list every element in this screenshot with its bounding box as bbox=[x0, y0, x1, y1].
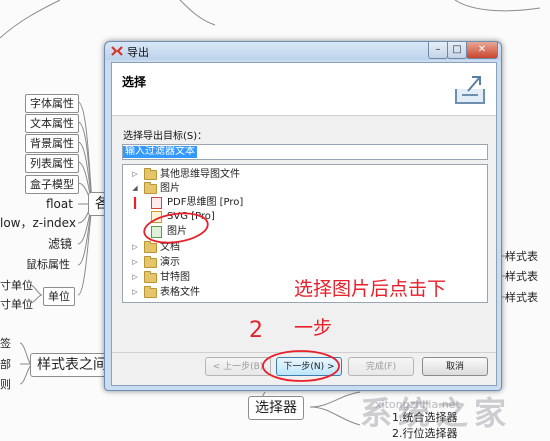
mindmap-node[interactable]: 滤镜 bbox=[48, 237, 72, 252]
folder-icon bbox=[144, 241, 157, 253]
tree-item-label: 图片 bbox=[160, 183, 180, 194]
tree-item[interactable]: ▷ 文档 bbox=[131, 241, 471, 254]
watermark: 系统之家 bbox=[360, 394, 513, 432]
pdf-file-icon bbox=[151, 197, 162, 209]
mindmap-node[interactable]: 寸单位 bbox=[0, 297, 33, 312]
mindmap-node[interactable]: 则 bbox=[0, 377, 11, 392]
filter-input[interactable] bbox=[122, 144, 488, 160]
minimize-button[interactable]: – bbox=[428, 42, 448, 59]
mindmap-node[interactable]: 选择器 bbox=[248, 396, 304, 420]
folder-open-icon bbox=[144, 182, 157, 194]
tree-item-image[interactable]: 图片 bbox=[145, 225, 465, 238]
maximize-button[interactable]: □ bbox=[447, 42, 467, 59]
mindmap-node[interactable]: 盒子模型 bbox=[25, 175, 79, 194]
folder-icon bbox=[144, 271, 157, 283]
mindmap-node[interactable]: float bbox=[46, 197, 73, 212]
mindmap-node[interactable]: 样式表 bbox=[505, 269, 538, 284]
mindmap-node[interactable]: low，z-index bbox=[0, 216, 76, 231]
mindmap-node[interactable]: 单位 bbox=[43, 287, 75, 306]
mindmap-node[interactable]: 背景属性 bbox=[25, 134, 79, 153]
mindmap-node[interactable]: 鼠标属性 bbox=[26, 257, 70, 272]
page-title: 选择 bbox=[122, 75, 147, 89]
dialog-titlebar[interactable]: 导出 – □ ✕ bbox=[105, 42, 501, 60]
mindmap-node[interactable]: 部 bbox=[0, 357, 11, 372]
collapse-arrow-icon[interactable]: ◢ bbox=[131, 182, 139, 195]
folder-icon bbox=[144, 256, 157, 268]
tree-item-label: 表格文件 bbox=[160, 287, 200, 298]
tree-item[interactable]: SVG [Pro] bbox=[145, 210, 465, 223]
mindmap-node[interactable]: 寸单位 bbox=[0, 278, 33, 293]
dialog-title: 导出 bbox=[127, 46, 149, 59]
image-file-icon bbox=[151, 226, 162, 238]
mindmap-node[interactable]: 签 bbox=[0, 336, 11, 351]
tree-item-label: 其他思维导图文件 bbox=[160, 169, 240, 180]
mindmap-node[interactable]: 字体属性 bbox=[25, 94, 79, 113]
watermark-url: xitongzhijia.net bbox=[375, 398, 460, 411]
back-button[interactable]: < 上一步(B) bbox=[205, 357, 271, 376]
expand-arrow-icon[interactable]: ▷ bbox=[131, 241, 139, 254]
expand-arrow-icon[interactable]: ▷ bbox=[131, 286, 139, 299]
tree-item-label: 文档 bbox=[160, 242, 180, 253]
mindmap-node[interactable]: 样式表之间 bbox=[30, 353, 114, 377]
close-button[interactable]: ✕ bbox=[466, 42, 498, 59]
expand-arrow-icon[interactable]: ▷ bbox=[131, 256, 139, 269]
tree-item[interactable]: ▷ 演示 bbox=[131, 256, 471, 269]
folder-icon bbox=[144, 286, 157, 298]
wizard-button-bar: < 上一步(B) 下一步(N) > 完成(F) 取消 bbox=[112, 355, 496, 385]
folder-icon bbox=[144, 168, 157, 180]
svg-file-icon bbox=[151, 211, 162, 223]
tree-item[interactable]: PDF思维图 [Pro] bbox=[145, 196, 465, 209]
tree-item-label: 演示 bbox=[160, 257, 180, 268]
mindmap-node[interactable]: 文本属性 bbox=[25, 114, 79, 133]
mindmap-node[interactable]: 列表属性 bbox=[25, 154, 79, 173]
divider bbox=[112, 352, 496, 353]
tree-item-label: SVG [Pro] bbox=[167, 211, 215, 222]
expand-arrow-icon[interactable]: ▷ bbox=[131, 271, 139, 284]
annotation-number: 2 bbox=[249, 318, 263, 343]
tree-item[interactable]: ▷ 其他思维导图文件 bbox=[131, 168, 471, 181]
mindmap-node[interactable]: 样式表 bbox=[505, 249, 538, 264]
wizard-header: 选择 bbox=[112, 63, 496, 116]
annotation-instruction: 选择图片后点击下 bbox=[294, 278, 447, 300]
tree-item-label: 甘特图 bbox=[160, 272, 190, 283]
tree-item-label: 图片 bbox=[167, 226, 187, 237]
export-target-label: 选择导出目标(S)： bbox=[123, 131, 208, 142]
tree-item-label: PDF思维图 [Pro] bbox=[167, 197, 244, 208]
mindmap-node[interactable]: 样式表 bbox=[505, 290, 538, 305]
expand-arrow-icon[interactable]: ▷ bbox=[131, 168, 139, 181]
cancel-button[interactable]: 取消 bbox=[422, 357, 488, 376]
finish-button[interactable]: 完成(F) bbox=[348, 357, 414, 376]
app-logo-icon bbox=[111, 46, 123, 56]
annotation-step: 一步 bbox=[294, 317, 333, 339]
next-button[interactable]: 下一步(N) > bbox=[276, 357, 342, 376]
export-icon bbox=[455, 76, 485, 104]
tree-item[interactable]: ◢ 图片 bbox=[131, 182, 471, 195]
